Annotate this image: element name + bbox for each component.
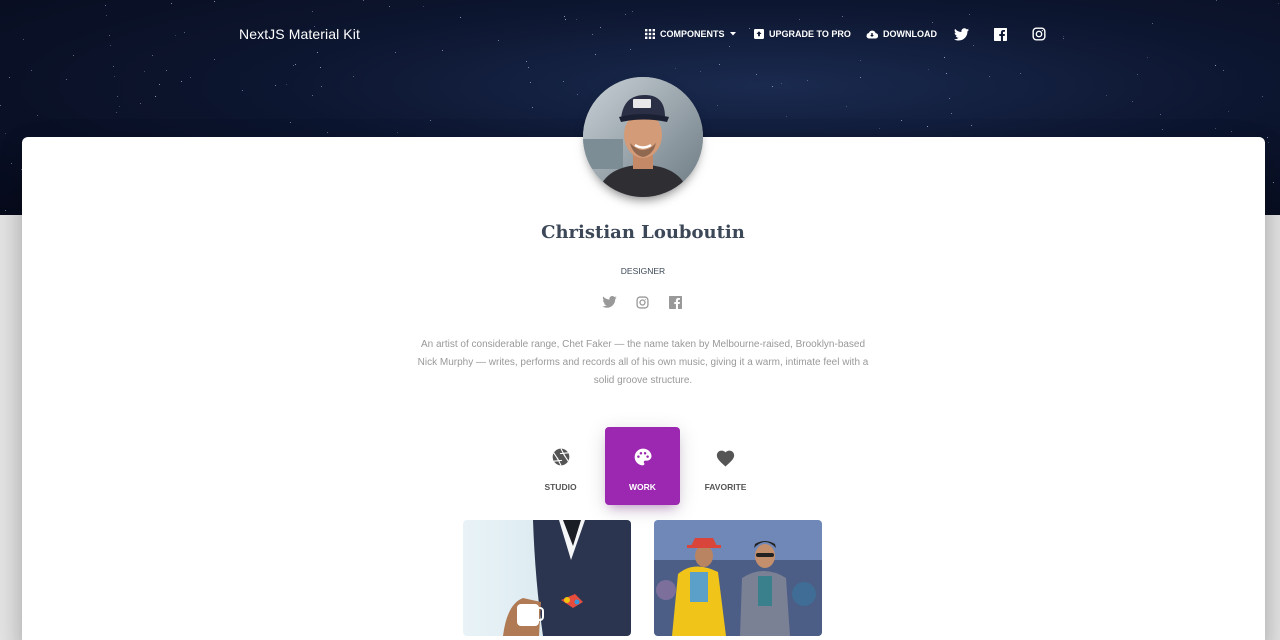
nav-upgrade-button[interactable]: Upgrade to pro [754, 26, 851, 42]
star-dot [397, 132, 398, 133]
star-dot [5, 210, 6, 211]
star-dot [321, 86, 322, 87]
star-dot [9, 77, 10, 78]
star-dot [951, 113, 952, 114]
star-dot [1273, 182, 1274, 183]
star-dot [119, 106, 120, 107]
star-dot [1262, 96, 1263, 97]
apps-grid-icon [645, 29, 655, 39]
star-dot [946, 73, 947, 74]
facebook-icon[interactable] [667, 294, 683, 310]
unarchive-icon [754, 29, 764, 39]
star-dot [181, 81, 182, 82]
camera-shutter-icon [552, 448, 569, 466]
star-dot [116, 112, 117, 113]
twitter-icon[interactable] [953, 26, 969, 42]
star-dot [1231, 131, 1232, 132]
star-dot [117, 96, 118, 97]
star-dot [807, 80, 808, 81]
star-dot [786, 116, 787, 117]
star-dot [781, 83, 782, 84]
star-dot [700, 71, 701, 72]
nav-components-label: Components [660, 29, 725, 39]
star-dot [1132, 101, 1133, 102]
nav-components-dropdown[interactable]: Components [645, 26, 736, 42]
star-dot [1215, 128, 1216, 129]
facebook-icon[interactable] [992, 26, 1008, 42]
palette-icon [634, 448, 651, 466]
profile-avatar [583, 77, 703, 197]
twitter-icon[interactable] [601, 294, 617, 310]
nav-download-label: Download [883, 29, 937, 39]
star-dot [1228, 111, 1229, 112]
profile-title: DESIGNER [620, 266, 666, 276]
star-dot [971, 125, 972, 126]
star-dot [11, 163, 12, 164]
nav-download-button[interactable]: Download [866, 26, 937, 42]
instagram-icon[interactable] [1031, 26, 1047, 42]
star-dot [846, 106, 847, 107]
star-dot [927, 126, 928, 127]
star-dot [144, 71, 145, 72]
star-dot [242, 90, 243, 91]
star-dot [1137, 74, 1138, 75]
tab-studio-label: Studio [544, 482, 577, 492]
profile-social-links [601, 294, 683, 310]
star-dot [312, 95, 313, 96]
star-dot [1020, 73, 1021, 74]
star-dot [1267, 137, 1268, 138]
star-dot [66, 79, 67, 80]
brand-link[interactable]: NextJS Material Kit [239, 26, 360, 42]
star-dot [5, 133, 6, 134]
star-dot [860, 77, 861, 78]
tab-work[interactable]: Work [605, 427, 680, 505]
star-dot [772, 86, 773, 87]
star-dot [140, 103, 141, 104]
star-dot [1223, 70, 1224, 71]
navbar: NextJS Material Kit Components Upgrade t… [0, 0, 1280, 70]
star-dot [327, 132, 328, 133]
star-dot [31, 70, 32, 71]
tab-favorite[interactable]: Favorite [688, 427, 763, 505]
work-image[interactable] [463, 520, 631, 636]
nav-upgrade-label: Upgrade to pro [769, 29, 851, 39]
heart-icon [716, 450, 735, 466]
star-dot [989, 76, 990, 77]
cloud-download-icon [866, 30, 878, 39]
star-dot [901, 120, 902, 121]
star-dot [1268, 142, 1269, 143]
tab-favorite-label: Favorite [704, 482, 747, 492]
caret-down-icon [729, 32, 736, 36]
star-dot [430, 120, 431, 121]
star-dot [114, 76, 115, 77]
star-dot [717, 105, 718, 106]
star-dot [275, 85, 276, 86]
instagram-icon[interactable] [634, 294, 650, 310]
star-dot [1162, 129, 1163, 130]
star-dot [353, 76, 354, 77]
star-dot [756, 74, 757, 75]
star-dot [1106, 95, 1107, 96]
star-dot [155, 96, 156, 97]
star-dot [563, 81, 564, 82]
tab-work-label: Work [629, 482, 656, 492]
star-dot [577, 94, 578, 95]
star-dot [1160, 114, 1161, 115]
star-dot [879, 128, 880, 129]
profile-description: An artist of considerable range, Chet Fa… [417, 339, 869, 386]
tab-studio[interactable]: Studio [523, 427, 598, 505]
work-image[interactable] [654, 520, 822, 636]
star-dot [290, 122, 291, 123]
profile-name: Christian Louboutin [541, 222, 745, 243]
star-dot [0, 105, 1, 106]
star-dot [190, 77, 191, 78]
star-dot [159, 84, 160, 85]
star-dot [37, 115, 38, 116]
star-dot [530, 82, 531, 83]
star-dot [166, 70, 167, 71]
star-dot [949, 98, 950, 99]
star-dot [286, 84, 287, 85]
star-dot [532, 107, 533, 108]
